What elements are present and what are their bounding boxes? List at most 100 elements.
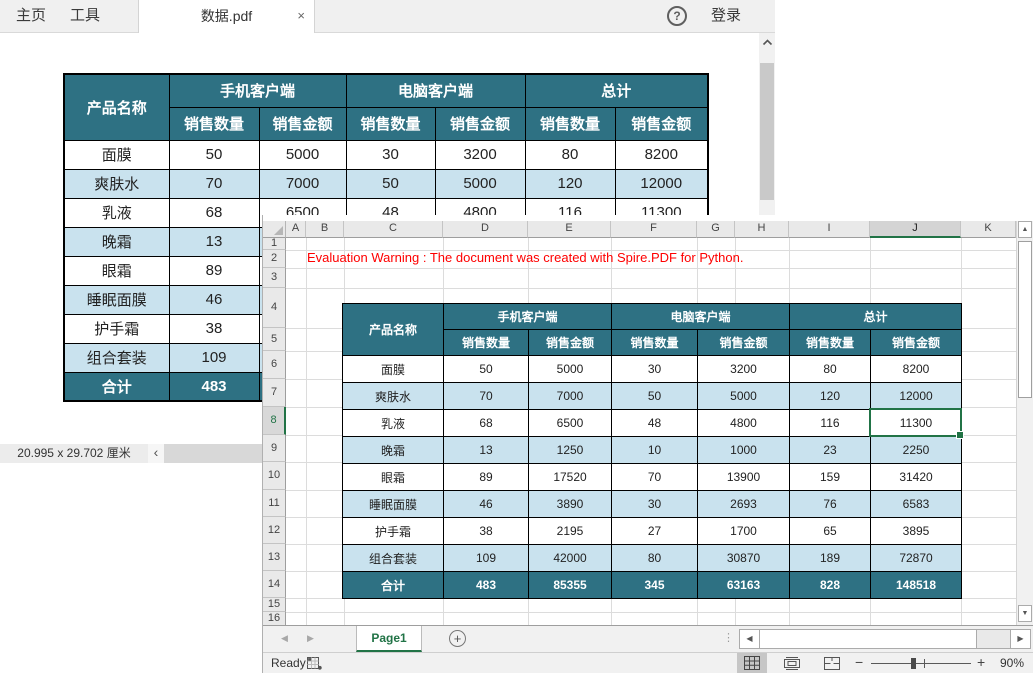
row-header-14[interactable]: 14 (263, 571, 286, 598)
value-cell[interactable]: 8200 (870, 355, 962, 383)
column-header-K[interactable]: K (961, 221, 1016, 238)
row-header-1[interactable]: 1 (263, 238, 286, 250)
column-header-H[interactable]: H (735, 221, 789, 238)
column-header-I[interactable]: I (789, 221, 870, 238)
value-cell[interactable]: 109 (443, 544, 529, 572)
value-cell[interactable]: 5000 (528, 355, 612, 383)
row-header-5[interactable]: 5 (263, 328, 286, 351)
page-break-view-button[interactable] (817, 653, 847, 673)
sub-header[interactable]: 销售金额 (870, 329, 962, 356)
value-cell[interactable]: 2250 (870, 436, 962, 464)
value-cell[interactable]: 30 (611, 355, 698, 383)
document-tab[interactable]: 数据.pdf × (138, 0, 315, 33)
column-header-B[interactable]: B (306, 221, 344, 238)
zoom-in-button[interactable]: + (977, 653, 985, 672)
group-header[interactable]: 电脑客户端 (611, 303, 790, 330)
login-button[interactable]: 登录 (711, 0, 741, 32)
help-icon[interactable]: ? (667, 6, 687, 26)
product-cell[interactable]: 组合套装 (342, 544, 444, 572)
menu-tools[interactable]: 工具 (70, 0, 100, 32)
value-cell[interactable]: 30 (611, 490, 698, 518)
scroll-up-icon[interactable] (762, 39, 773, 46)
value-cell[interactable]: 483 (443, 571, 529, 599)
product-cell[interactable]: 合计 (342, 571, 444, 599)
row-header-6[interactable]: 6 (263, 351, 286, 379)
value-cell[interactable]: 68 (443, 409, 529, 437)
value-cell[interactable]: 2195 (528, 517, 612, 545)
product-cell[interactable]: 护手霜 (342, 517, 444, 545)
value-cell[interactable]: 189 (789, 544, 871, 572)
value-cell[interactable]: 31420 (870, 463, 962, 491)
page-layout-view-button[interactable] (777, 653, 807, 673)
value-cell[interactable]: 7000 (528, 382, 612, 410)
normal-view-button[interactable] (737, 653, 767, 673)
value-cell[interactable]: 1700 (697, 517, 790, 545)
value-cell[interactable]: 30870 (697, 544, 790, 572)
value-cell[interactable]: 72870 (870, 544, 962, 572)
column-header-A[interactable]: A (286, 221, 306, 238)
column-header-J[interactable]: J (870, 221, 961, 238)
more-options-icon[interactable]: ⋮ (723, 626, 734, 651)
select-all-corner[interactable] (263, 221, 286, 238)
group-header[interactable]: 总计 (789, 303, 962, 330)
value-cell[interactable]: 80 (611, 544, 698, 572)
value-cell[interactable]: 89 (443, 463, 529, 491)
product-cell[interactable]: 睡眠面膜 (342, 490, 444, 518)
value-cell[interactable]: 6500 (528, 409, 612, 437)
add-sheet-button[interactable]: + (449, 630, 466, 647)
value-cell[interactable]: 76 (789, 490, 871, 518)
value-cell[interactable]: 70 (443, 382, 529, 410)
row-header-15[interactable]: 15 (263, 598, 286, 612)
value-cell[interactable]: 148518 (870, 571, 962, 599)
column-header-F[interactable]: F (611, 221, 697, 238)
value-cell[interactable]: 85355 (528, 571, 612, 599)
row-header-8[interactable]: 8 (263, 407, 286, 435)
value-cell[interactable]: 159 (789, 463, 871, 491)
product-cell[interactable]: 面膜 (342, 355, 444, 383)
value-cell[interactable]: 50 (443, 355, 529, 383)
value-cell[interactable]: 10 (611, 436, 698, 464)
row-header-11[interactable]: 11 (263, 490, 286, 517)
value-cell[interactable]: 1250 (528, 436, 612, 464)
column-header-D[interactable]: D (443, 221, 528, 238)
zoom-slider-thumb[interactable] (911, 658, 916, 669)
sheet-prev-icon[interactable]: ◀ (281, 626, 288, 651)
row-header-10[interactable]: 10 (263, 462, 286, 490)
row-header-13[interactable]: 13 (263, 544, 286, 571)
value-cell[interactable]: 3895 (870, 517, 962, 545)
product-name-header[interactable]: 产品名称 (342, 303, 444, 356)
value-cell[interactable]: 80 (789, 355, 871, 383)
column-header-E[interactable]: E (528, 221, 611, 238)
value-cell[interactable]: 1000 (697, 436, 790, 464)
value-cell[interactable]: 120 (789, 382, 871, 410)
value-cell[interactable]: 13 (443, 436, 529, 464)
row-header-9[interactable]: 9 (263, 435, 286, 462)
collapse-toolbar-icon[interactable]: ‹ (148, 444, 164, 463)
row-header-2[interactable]: 2 (263, 250, 286, 268)
hscrollbar-thumb[interactable] (760, 630, 977, 648)
value-cell[interactable]: 23 (789, 436, 871, 464)
group-header[interactable]: 手机客户端 (443, 303, 612, 330)
value-cell[interactable]: 63163 (697, 571, 790, 599)
scroll-up-button[interactable]: ▲ (1018, 221, 1032, 238)
close-tab-icon[interactable]: × (297, 0, 305, 32)
row-header-16[interactable]: 16 (263, 612, 286, 626)
scroll-left-button[interactable]: ◀ (740, 630, 760, 648)
macro-record-icon[interactable] (307, 657, 322, 670)
value-cell[interactable]: 42000 (528, 544, 612, 572)
row-header-7[interactable]: 7 (263, 379, 286, 407)
row-header-3[interactable]: 3 (263, 268, 286, 288)
value-cell[interactable]: 12000 (870, 382, 962, 410)
sheet-next-icon[interactable]: ▶ (307, 626, 314, 651)
zoom-slider[interactable] (871, 658, 971, 669)
sub-header[interactable]: 销售数量 (611, 329, 698, 356)
value-cell[interactable]: 345 (611, 571, 698, 599)
zoom-out-button[interactable]: − (855, 653, 863, 672)
product-cell[interactable]: 爽肤水 (342, 382, 444, 410)
column-header-C[interactable]: C (344, 221, 443, 238)
fill-handle[interactable] (956, 431, 964, 439)
excel-vscrollbar[interactable]: ▲ ▼ (1016, 221, 1033, 625)
row-header-12[interactable]: 12 (263, 517, 286, 544)
sub-header[interactable]: 销售金额 (697, 329, 790, 356)
sheet-tab-page1[interactable]: Page1 (356, 626, 422, 652)
